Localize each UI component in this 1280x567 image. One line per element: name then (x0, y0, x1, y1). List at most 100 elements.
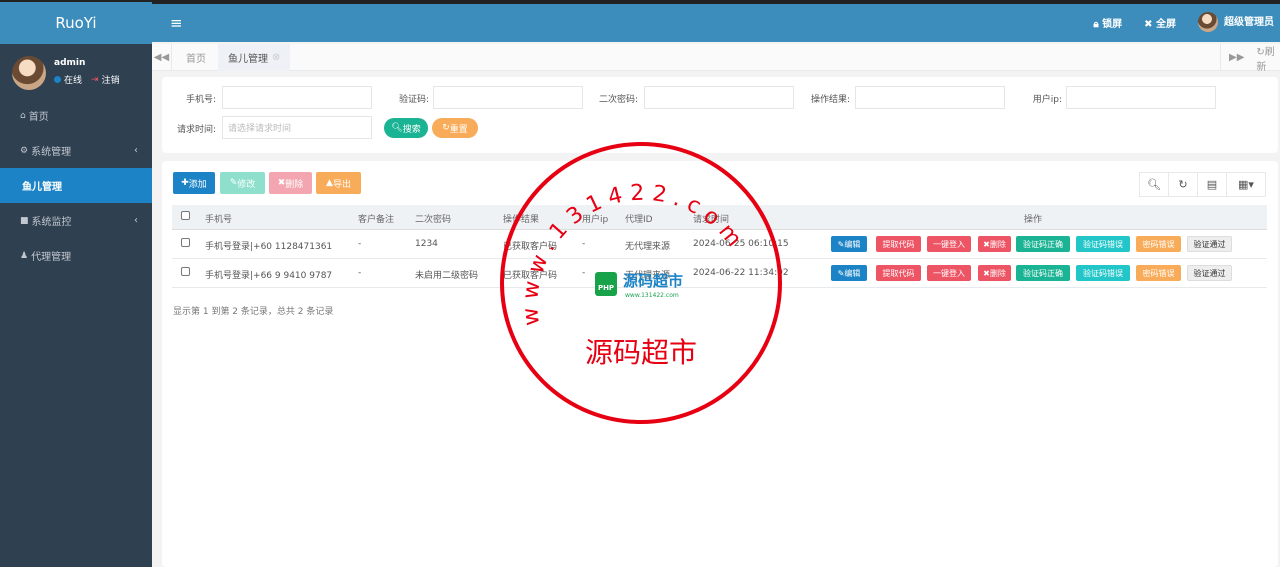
time-input[interactable]: 请选择请求时间 (222, 116, 372, 139)
table-panel: ✚ 添加 ✎ 修改 ✖ 删除 ▲ 导出 🔍︎ ↻ ▤ ▦▾ 手机号 客户备注 二次密码 … (162, 161, 1278, 567)
op-edit-button[interactable]: ✎ 编辑 (831, 236, 867, 252)
op-label: 删除 (989, 239, 1006, 249)
chevron-left-icon: ‹ (134, 145, 138, 156)
add-button-label: 添加 (188, 179, 207, 190)
edit-icon: ✎ (229, 178, 238, 188)
pwd2-label: 二次密码: (598, 95, 638, 105)
result-label: 操作结果: (810, 95, 850, 105)
lock-screen-button[interactable]: 🔒︎ 锁屏 (1093, 15, 1122, 30)
refresh-table-button[interactable]: ↻ (1168, 172, 1198, 197)
export-button[interactable]: ▲ 导出 (316, 172, 361, 194)
add-button[interactable]: ✚ 添加 (173, 172, 215, 194)
tab-label: 鱼儿管理 (228, 54, 268, 65)
fullscreen-icon: ✖ (1144, 18, 1153, 30)
search-form: 手机号: 验证码: 二次密码: 操作结果: 用户ip: 请求时间: 请选择请求时… (162, 77, 1278, 153)
th-result: 操作结果 (503, 215, 540, 225)
online-dot-icon (54, 76, 61, 83)
th-ip: 用户ip (582, 215, 609, 225)
close-icon[interactable]: ⊗ (272, 52, 280, 63)
cell-result: 已获取客户码 (503, 271, 558, 281)
tab-home[interactable]: 首页 (176, 44, 216, 71)
cell-agent: 无代理来源 (625, 242, 671, 252)
top-header: ≡ 🔒︎ 锁屏 ✖ 全屏 超级管理员 (152, 0, 1280, 42)
op-delete-button[interactable]: ✖ 删除 (978, 265, 1011, 281)
toggle-view-button[interactable]: ▤ (1197, 172, 1227, 197)
cell-phone: 手机号登录|+60 1128471361 (205, 242, 333, 252)
op-extract-button[interactable]: 提取代码 (876, 265, 921, 281)
logout-icon[interactable]: ⇥ (91, 75, 99, 85)
fullscreen-button[interactable]: ✖ 全屏 (1144, 15, 1176, 30)
row-checkbox[interactable] (181, 267, 190, 276)
search-toggle-button[interactable]: 🔍︎ (1139, 172, 1169, 197)
columns-button[interactable]: ▦▾ (1226, 172, 1266, 197)
table-row: 手机号登录|+60 1128471361 - 1234 已获取客户码 - 无代理… (172, 230, 1267, 259)
header-actions: 🔒︎ 锁屏 ✖ 全屏 超级管理员 (1093, 12, 1274, 32)
user-status: 在线 ⇥ 注销 (54, 73, 120, 86)
op-login-button[interactable]: 一键登入 (927, 265, 971, 281)
op-pwd-wrong-button[interactable]: 密码错误 (1136, 236, 1181, 252)
op-label: 编辑 (844, 239, 861, 249)
sidebar-item-label: 系统管理 (31, 147, 72, 158)
delete-button[interactable]: ✖ 删除 (269, 172, 312, 194)
code-input[interactable] (433, 86, 583, 109)
cell-time: 2024-06-25 06:10:15 (693, 239, 789, 249)
pagination-info: 显示第 1 到第 2 条记录，总共 2 条记录 (173, 307, 334, 317)
refresh-tab-button[interactable]: ↻刷新 (1256, 43, 1280, 73)
page-tabs: ◀◀ 首页 鱼儿管理 ⊗ ▶▶ ↻刷新 (152, 43, 1280, 73)
cell-agent: 无代理来源 (625, 271, 671, 281)
sidebar-item-system[interactable]: ⚙ 系统管理 ‹ (0, 133, 152, 168)
sidebar-item-monitor[interactable]: ■ 系统监控 ‹ (0, 203, 152, 238)
cell-phone: 手机号登录|+66 9 9410 9787 (205, 271, 333, 281)
reset-button[interactable]: ↻ 重置 (432, 118, 478, 138)
search-icon: 🔍︎ (391, 123, 403, 133)
edit-icon: ✎ (837, 239, 845, 249)
sidebar-item-fish[interactable]: 鱼儿管理 (0, 168, 152, 203)
op-edit-button[interactable]: ✎ 编辑 (831, 265, 867, 281)
time-label: 请求时间: (176, 125, 216, 135)
tabs-right-tools: ▶▶ ↻刷新 (1220, 43, 1280, 73)
sidebar-item-label: 代理管理 (31, 252, 72, 263)
hamburger-icon[interactable]: ≡ (170, 14, 183, 32)
select-all-checkbox[interactable] (181, 211, 190, 220)
result-input[interactable] (855, 86, 1005, 109)
sidebar-item-label: 首页 (28, 112, 49, 123)
refresh-icon: ↻ (1178, 178, 1188, 191)
avatar (1198, 12, 1218, 32)
search-button[interactable]: 🔍︎ 搜索 (384, 118, 428, 138)
phone-label: 手机号: (185, 95, 216, 105)
op-login-button[interactable]: 一键登入 (927, 236, 971, 252)
cell-result: 已获取客户码 (503, 242, 558, 252)
op-verify-pass-button[interactable]: 验证通过 (1187, 236, 1232, 252)
op-code-wrong-button[interactable]: 验证码错误 (1076, 236, 1130, 252)
cell-pwd2: 1234 (415, 239, 438, 249)
avatar[interactable] (12, 56, 46, 90)
op-code-correct-button[interactable]: 验证码正确 (1016, 265, 1070, 281)
tab-fish[interactable]: 鱼儿管理 ⊗ (218, 44, 291, 71)
th-time: 请求时间 (693, 215, 730, 225)
row-checkbox[interactable] (181, 238, 190, 247)
op-pwd-wrong-button[interactable]: 密码错误 (1136, 265, 1181, 281)
op-code-wrong-button[interactable]: 验证码错误 (1076, 265, 1130, 281)
delete-icon: ✖ (277, 178, 286, 188)
edit-button[interactable]: ✎ 修改 (220, 172, 265, 194)
tabs-scroll-left-icon[interactable]: ◀◀ (152, 44, 172, 71)
status-text: 在线 (64, 76, 83, 86)
op-extract-button[interactable]: 提取代码 (876, 236, 921, 252)
admin-menu[interactable]: 超级管理员 (1198, 12, 1274, 32)
grid-icon: ▦▾ (1238, 178, 1254, 191)
ip-input[interactable] (1066, 86, 1216, 109)
tabs-scroll-right-icon[interactable]: ▶▶ (1229, 52, 1244, 63)
user-name: admin (54, 58, 86, 68)
op-verify-pass-button[interactable]: 验证通过 (1187, 265, 1232, 281)
app-logo[interactable]: RuoYi (0, 0, 152, 44)
op-code-correct-button[interactable]: 验证码正确 (1016, 236, 1070, 252)
sidebar-item-agent[interactable]: ♟ 代理管理 (0, 238, 152, 273)
phone-input[interactable] (222, 86, 372, 109)
list-icon: ▤ (1206, 178, 1218, 191)
op-delete-button[interactable]: ✖ 删除 (978, 236, 1011, 252)
pwd2-input[interactable] (644, 86, 794, 109)
logout-link[interactable]: 注销 (102, 73, 120, 86)
export-button-label: 导出 (332, 179, 351, 190)
video-icon: ■ (20, 215, 29, 226)
sidebar-item-home[interactable]: ⌂ 首页 (0, 98, 152, 133)
